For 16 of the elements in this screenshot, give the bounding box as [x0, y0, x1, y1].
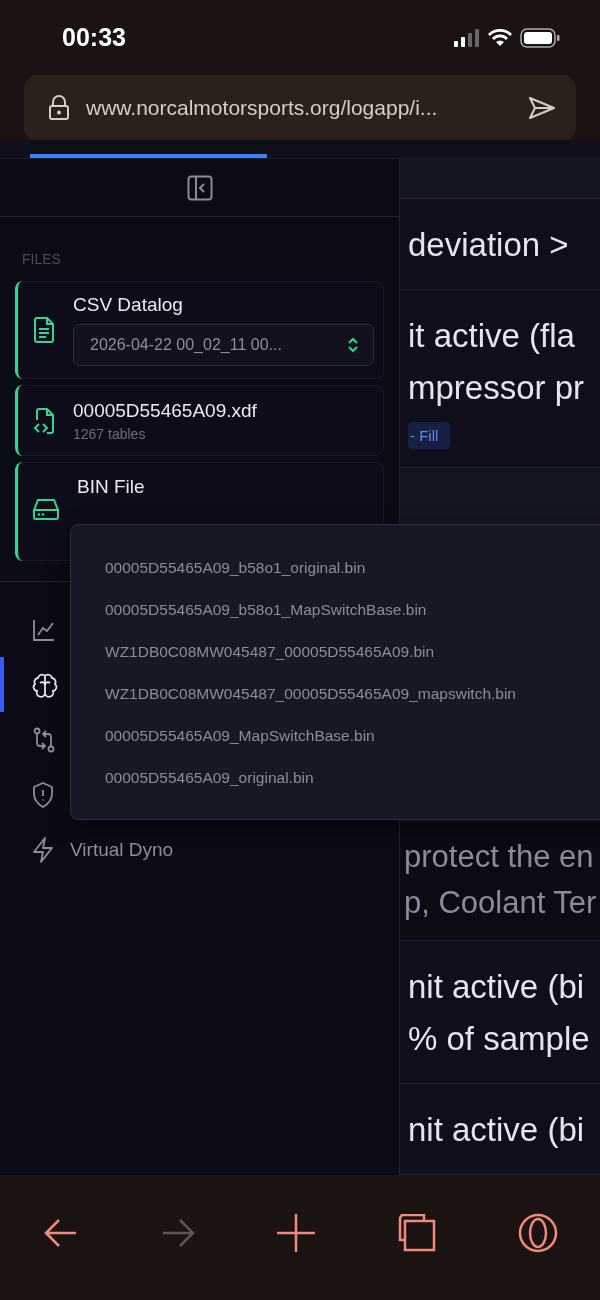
content-text: nit active (bi	[408, 967, 586, 1007]
content-text: deviation >	[408, 225, 570, 265]
file-title: 00005D55465A09.xdf	[73, 399, 258, 422]
tag-badge: - Fill	[408, 422, 451, 449]
section-label: FILES	[21, 251, 62, 267]
clock-time: 00:33	[62, 23, 126, 52]
content-text: mpressor pr	[408, 368, 586, 408]
content-text: it active (fla	[408, 316, 576, 356]
content-text: nit active (bi	[408, 1110, 586, 1150]
file-title: CSV Datalog	[73, 294, 184, 316]
url-text: www.norcalmotorsports.org/logapp/i...	[86, 96, 439, 120]
file-subtitle: 1267 tables	[73, 425, 147, 442]
content-text: protect the en	[404, 838, 595, 876]
content-text: p, Coolant Ter	[404, 884, 598, 922]
file-title: BIN File	[77, 476, 146, 498]
content-text: % of sample	[408, 1019, 591, 1059]
